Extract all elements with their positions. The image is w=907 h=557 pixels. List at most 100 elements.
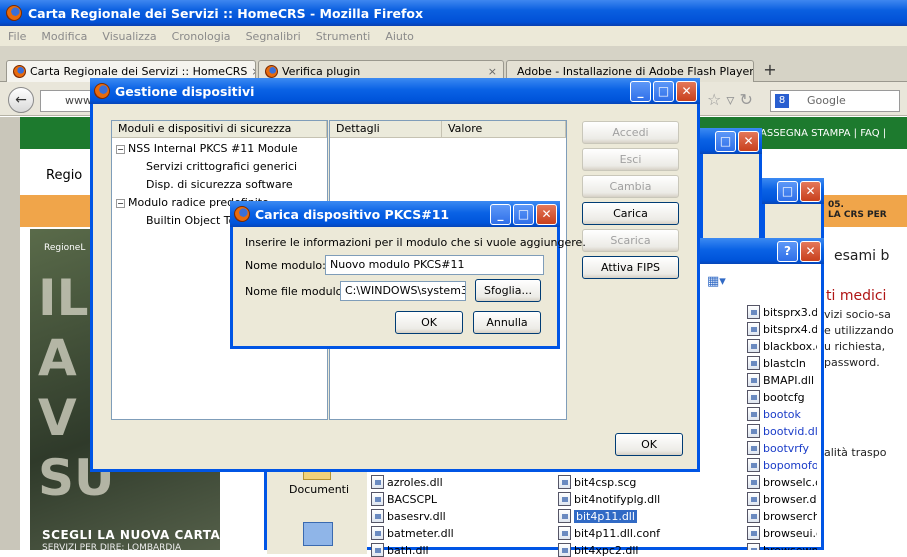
cancel-button[interactable]: Annulla [473, 311, 541, 334]
window-controls: □ ✕ [715, 130, 759, 152]
medici-link[interactable]: ti medici [826, 288, 886, 304]
dll-file-icon [747, 407, 760, 421]
regione-label: Regio [46, 168, 83, 183]
dll-file-icon [747, 356, 760, 370]
file-item[interactable]: bootvrfy [747, 441, 809, 455]
window-controls: □ ✕ [777, 180, 821, 202]
ok-button[interactable]: OK [395, 311, 463, 334]
file-item[interactable]: bit4notifyplg.dll [558, 492, 660, 506]
enable-fips-button[interactable]: Attiva FIPS [582, 256, 679, 279]
browse-button[interactable]: Sfoglia... [475, 279, 541, 302]
window-controls: _ □ ✕ [490, 203, 557, 225]
change-password-button[interactable]: Cambia password [582, 175, 679, 214]
documents-label[interactable]: Documenti [289, 483, 349, 496]
menu-segnalibri[interactable]: Segnalibri [246, 30, 301, 43]
close-button[interactable]: ✕ [676, 80, 697, 102]
file-item[interactable]: azroles.dll [371, 475, 443, 489]
page-favicon-icon [13, 65, 26, 78]
instruction-text: Inserire le informazioni per il modulo c… [245, 236, 586, 249]
maximize-button[interactable]: □ [513, 203, 534, 225]
file-item[interactable]: browser.dll [747, 492, 817, 506]
top-links[interactable]: ASSEGNA STAMPA | FAQ | [760, 128, 886, 139]
device-manager-ok-button[interactable]: OK [615, 433, 683, 456]
dialog-title-bar: Gestione dispositivi _ □ ✕ [90, 78, 700, 104]
menu-file[interactable]: File [8, 30, 26, 43]
dll-file-icon [558, 475, 571, 489]
file-item[interactable]: basesrv.dll [371, 509, 446, 523]
file-item[interactable]: bitsprx4.dll [747, 322, 817, 336]
unload-button[interactable]: Scarica [582, 229, 679, 252]
minimize-button[interactable]: _ [490, 203, 511, 225]
close-button[interactable]: ✕ [800, 180, 821, 202]
file-item[interactable]: BMAPI.dll [747, 373, 814, 387]
file-item[interactable]: bit4xpc2.dll [558, 543, 638, 557]
close-button[interactable]: ✕ [536, 203, 557, 225]
firefox-icon [6, 5, 22, 21]
back-button[interactable]: ← [8, 87, 34, 113]
file-item[interactable]: browsewm [747, 543, 817, 550]
menu-aiuto[interactable]: Aiuto [385, 30, 414, 43]
file-item[interactable]: blastcln [747, 356, 806, 370]
collapse-icon[interactable]: − [116, 198, 125, 208]
tree-item-crypto-services[interactable]: Servizi crittografici generici [146, 160, 297, 173]
file-item[interactable]: bitsprx3.dll [747, 305, 817, 319]
load-button[interactable]: Carica [582, 202, 679, 225]
dll-file-icon [747, 424, 760, 438]
minimize-button[interactable]: _ [630, 80, 651, 102]
maximize-button[interactable]: □ [777, 180, 798, 202]
file-item[interactable]: bit4csp.scg [558, 475, 636, 489]
file-item-selected[interactable]: bit4p11.dll [558, 509, 637, 523]
dialog-title-bar: □ ✕ [700, 128, 762, 154]
view-menu-icon[interactable]: ▦▾ [707, 274, 726, 289]
maximize-button[interactable]: □ [653, 80, 674, 102]
dll-file-icon [558, 492, 571, 506]
dll-file-icon [558, 509, 571, 523]
collapse-icon[interactable]: − [116, 144, 125, 154]
computer-icon[interactable] [303, 522, 333, 546]
new-tab-button[interactable]: + [758, 60, 782, 82]
modules-column-header[interactable]: Moduli e dispositivi di sicurezza [112, 121, 327, 138]
menu-cronologia[interactable]: Cronologia [172, 30, 231, 43]
file-item[interactable]: bootok [747, 407, 801, 421]
dll-file-icon [558, 543, 571, 557]
file-item[interactable]: browserchc [747, 509, 817, 523]
search-box[interactable]: 8 Google [770, 90, 900, 112]
menu-visualizza[interactable]: Visualizza [102, 30, 156, 43]
file-item[interactable]: bootvid.dll [747, 424, 817, 438]
esami-text: esami b [834, 248, 890, 264]
menu-bar: File Modifica Visualizza Cronologia Segn… [0, 26, 907, 46]
module-name-input[interactable]: Nuovo modulo PKCS#11 [325, 255, 544, 275]
menu-modifica[interactable]: Modifica [41, 30, 87, 43]
firefox-icon [265, 65, 278, 78]
file-item[interactable]: batmeter.dll [371, 526, 454, 540]
file-item[interactable]: bopomofo. [747, 458, 817, 472]
close-tab-icon[interactable]: × [488, 65, 497, 78]
file-item[interactable]: bootcfg [747, 390, 805, 404]
close-button[interactable]: ✕ [800, 240, 821, 262]
file-item[interactable]: browselc.d [747, 475, 817, 489]
login-button[interactable]: Accedi [582, 121, 679, 144]
dll-file-icon [558, 526, 571, 540]
value-column-header[interactable]: Valore [442, 121, 566, 138]
promo-letter: A [38, 329, 77, 387]
file-item[interactable]: blackbox.dl [747, 339, 817, 353]
file-name-input[interactable]: C:\WINDOWS\system32 [340, 281, 466, 301]
bookmark-star-icon[interactable]: ☆ ▿ ↻ [707, 90, 753, 109]
details-column-header[interactable]: Dettagli [330, 121, 442, 138]
maximize-button[interactable]: □ [715, 130, 736, 152]
help-button[interactable]: ? [777, 240, 798, 262]
file-name-label: Nome file modulo: [245, 285, 347, 298]
menu-strumenti[interactable]: Strumenti [316, 30, 371, 43]
browser-title: Carta Regionale dei Servizi :: HomeCRS -… [28, 5, 424, 21]
file-item[interactable]: BACSCPL [371, 492, 437, 506]
file-item[interactable]: bath.dll [371, 543, 429, 557]
logout-button[interactable]: Esci [582, 148, 679, 171]
file-item[interactable]: bit4p11.dll.conf [558, 526, 660, 540]
file-item[interactable]: browseui.d [747, 526, 817, 540]
promo-logo: RegioneL [44, 243, 86, 253]
tree-item-software-device[interactable]: Disp. di sicurezza software [146, 178, 293, 191]
dll-file-icon [747, 441, 760, 455]
close-button[interactable]: ✕ [738, 130, 759, 152]
close-tab-icon[interactable]: × [251, 65, 255, 78]
tree-item-nss-module[interactable]: − NSS Internal PKCS #11 Module [116, 142, 298, 155]
